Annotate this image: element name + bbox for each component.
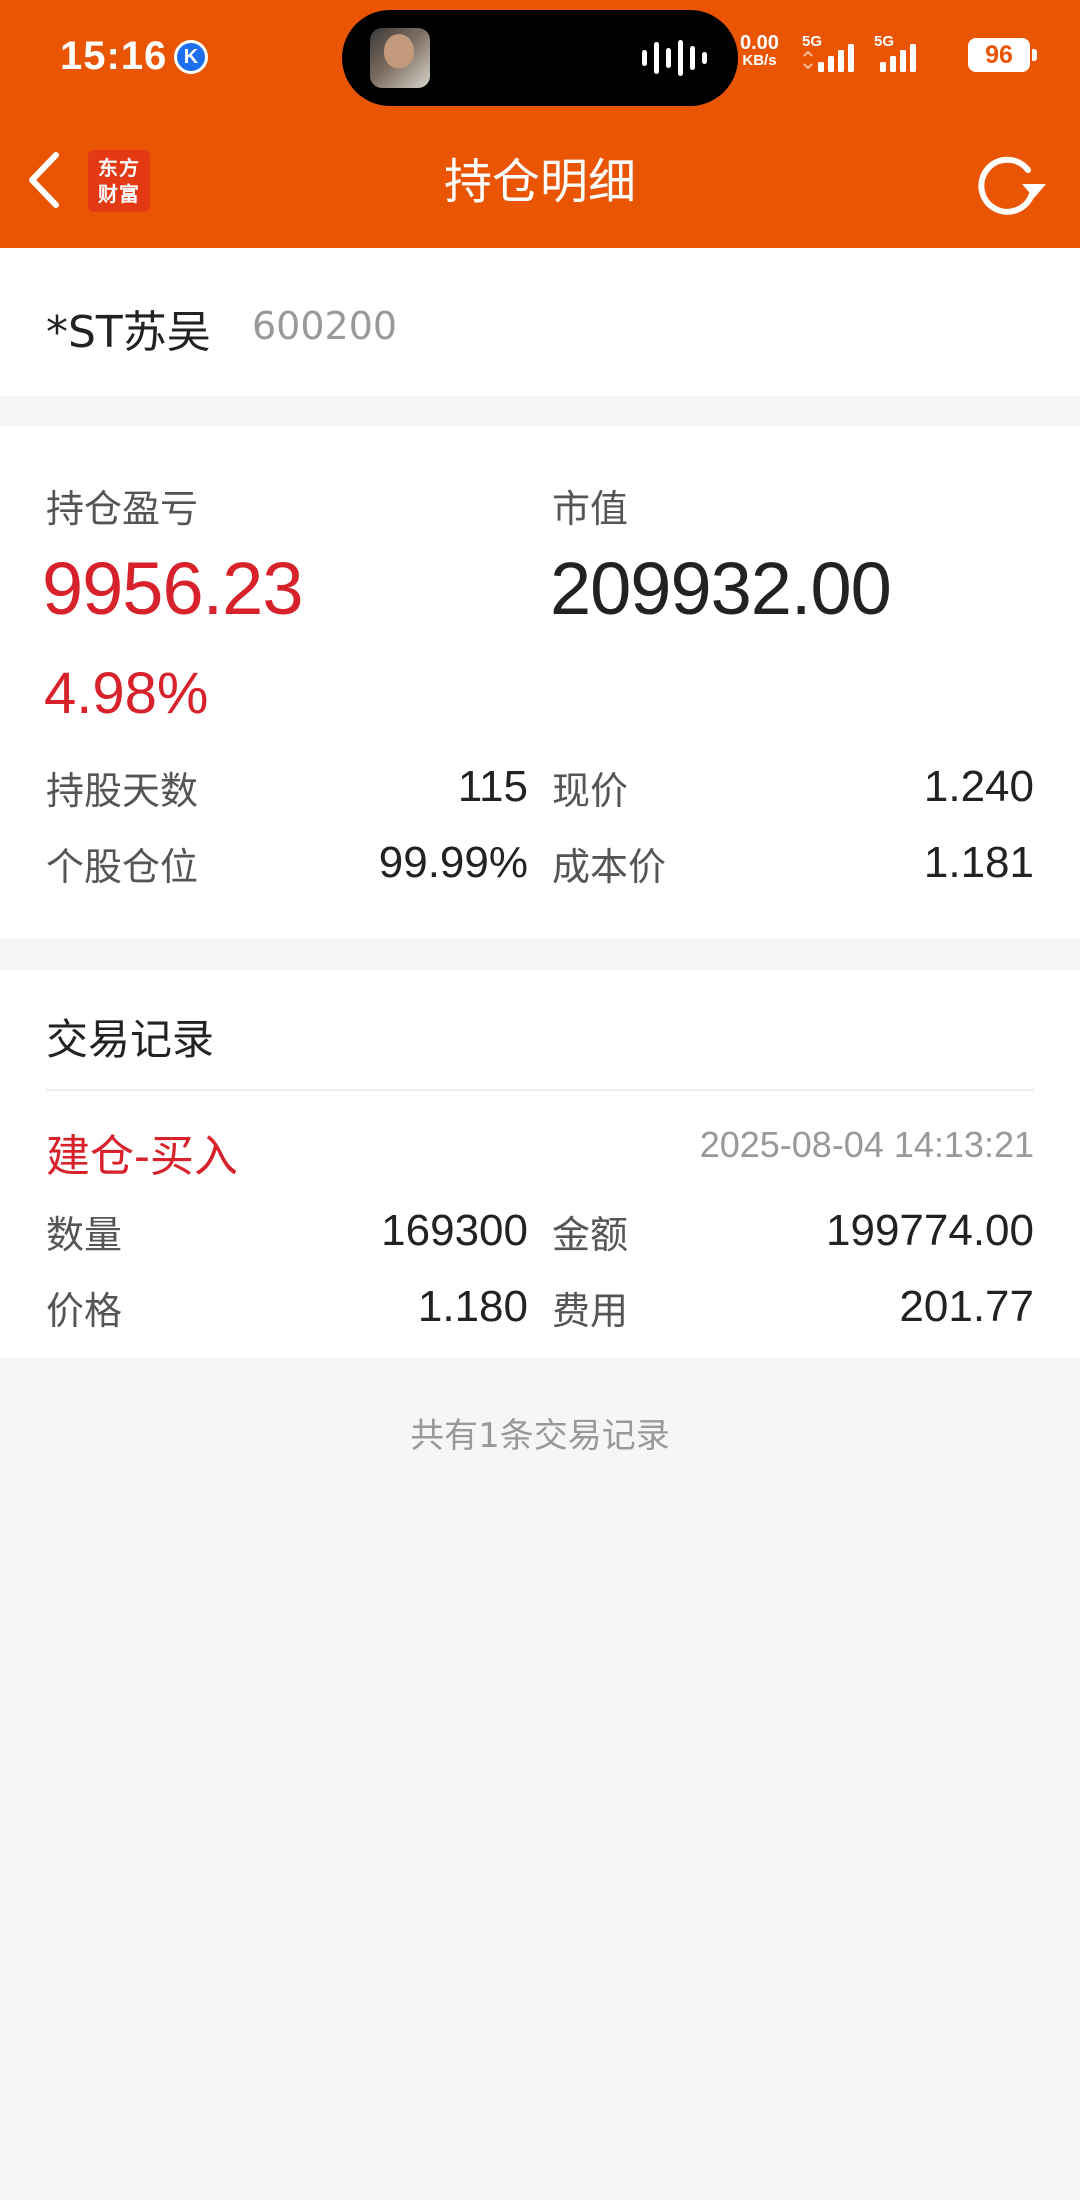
market-value-label: 市值: [552, 487, 629, 531]
signal-sim2-icon: 5G: [874, 33, 916, 72]
quantity-value: 169300: [381, 1206, 528, 1255]
fee-value: 201.77: [899, 1282, 1034, 1331]
holding-days-label: 持股天数: [46, 769, 199, 813]
price-value: 1.180: [417, 1282, 528, 1331]
divider: [46, 1089, 1034, 1091]
cost-price-value: 1.181: [923, 838, 1034, 887]
refresh-icon[interactable]: [970, 148, 1050, 218]
holding-days-value: 115: [457, 762, 528, 811]
fee-label: 费用: [552, 1289, 629, 1333]
cost-price-label: 成本价: [552, 845, 667, 889]
status-time: 15:16: [60, 34, 168, 78]
stock-info-card: *ST苏吴 600200: [0, 248, 1080, 396]
battery-indicator: 96: [968, 38, 1037, 72]
stock-name: *ST苏吴: [46, 307, 211, 358]
quantity-label: 数量: [46, 1213, 123, 1257]
svg-text:5G: 5G: [802, 33, 822, 50]
trade-datetime: 2025-08-04 14:13:21: [699, 1124, 1034, 1165]
stock-code: 600200: [252, 304, 398, 348]
current-price-value: 1.240: [923, 762, 1034, 811]
status-indicators: 0.00 KB/s 5G 5G 96: [740, 30, 1037, 80]
pnl-percentage: 4.98%: [44, 661, 209, 726]
position-summary-card: 持仓盈亏 9956.23 4.98% 市值 209932.00 持股天数 115…: [0, 426, 1080, 938]
app-header: 15:16 K 0.00 KB/s 5G 5G 96 东方 财富 持仓明细: [0, 0, 1080, 248]
amount-value: 199774.00: [826, 1206, 1034, 1255]
trade-records-card: 交易记录 建仓-买入 2025-08-04 14:13:21 数量 169300…: [0, 970, 1080, 1358]
pnl-label: 持仓盈亏: [46, 487, 199, 531]
position-ratio-label: 个股仓位: [46, 845, 199, 889]
trade-records-title: 交易记录: [46, 1015, 215, 1064]
svg-text:5G: 5G: [874, 33, 894, 50]
trade-count-note: 共有1条交易记录: [410, 1416, 670, 1456]
amount-label: 金额: [552, 1213, 629, 1257]
network-speed: 0.00 KB/s: [740, 32, 779, 69]
price-label: 价格: [46, 1289, 123, 1333]
dynamic-island[interactable]: [342, 10, 738, 106]
current-price-label: 现价: [552, 769, 629, 813]
signal-sim1-icon: 5G: [802, 33, 854, 72]
media-cover-thumbnail: [370, 28, 430, 88]
app-notification-icon: K: [174, 40, 208, 74]
pnl-value: 9956.23: [42, 547, 303, 630]
market-value: 209932.00: [550, 547, 892, 630]
position-ratio-value: 99.99%: [378, 838, 528, 887]
page-title: 持仓明细: [443, 154, 636, 210]
trade-type: 建仓-买入: [46, 1131, 238, 1182]
audio-wave-icon: [642, 40, 707, 76]
